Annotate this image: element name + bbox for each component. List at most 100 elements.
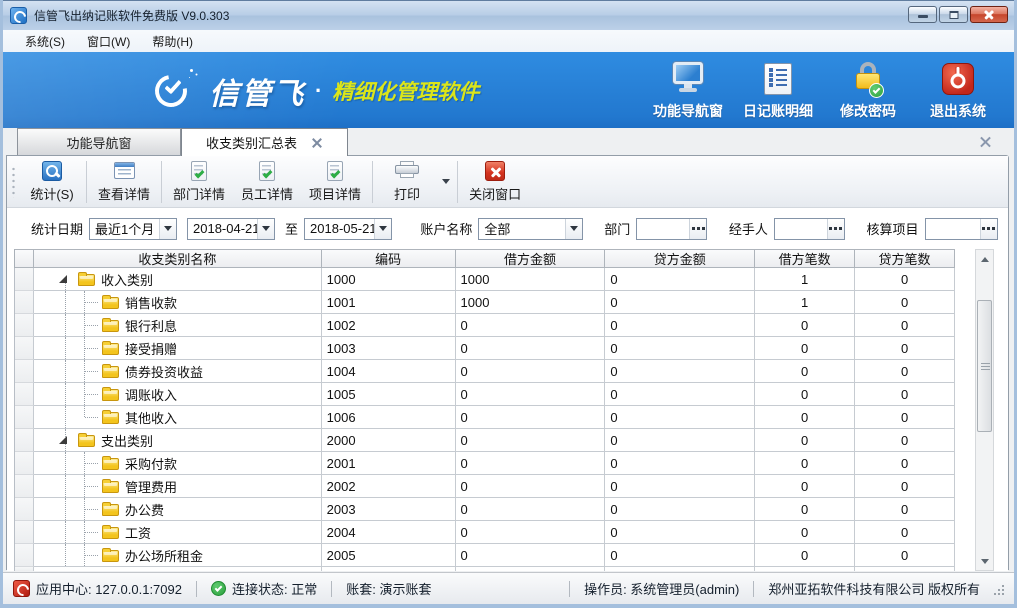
credit-amount-cell[interactable]: 0	[605, 291, 755, 314]
department-lookup[interactable]	[636, 218, 707, 240]
employee-detail-button[interactable]: 员工详情	[233, 159, 301, 205]
table-row[interactable]: 收入类别 1000 1000 0 1 0	[14, 268, 955, 291]
exit-system-button[interactable]: 退出系统	[918, 61, 998, 121]
credit-amount-cell[interactable]: 0	[605, 314, 755, 337]
tab-nav-window[interactable]: 功能导航窗	[17, 128, 181, 155]
debit-count-cell[interactable]: 0	[755, 314, 855, 337]
credit-amount-cell[interactable]: 0	[605, 337, 755, 360]
change-password-button[interactable]: 修改密码	[828, 61, 908, 121]
column-header-debit[interactable]: 借方金额	[456, 249, 606, 268]
toolbar-grip[interactable]	[12, 166, 15, 198]
code-cell[interactable]: 2003	[322, 498, 456, 521]
table-row[interactable]: 调账收入 1005 0 0 0 0	[14, 383, 955, 406]
credit-amount-cell[interactable]: 0	[605, 429, 755, 452]
category-name-cell[interactable]: 销售收款	[34, 291, 322, 314]
credit-amount-cell[interactable]: 0	[605, 452, 755, 475]
department-lookup-icon[interactable]	[689, 219, 706, 239]
debit-amount-cell[interactable]: 0	[456, 452, 606, 475]
journal-detail-button[interactable]: 日记账明细	[738, 61, 818, 121]
print-button[interactable]: 打印	[376, 159, 438, 205]
debit-amount-cell[interactable]: 0	[456, 314, 606, 337]
debit-count-cell[interactable]: 1	[755, 268, 855, 291]
close-button[interactable]	[970, 6, 1008, 23]
column-header-credit[interactable]: 贷方金额	[605, 249, 755, 268]
credit-count-cell[interactable]: 0	[855, 337, 955, 360]
credit-count-cell[interactable]: 0	[855, 360, 955, 383]
tree-expand-arrow-icon[interactable]	[59, 436, 67, 444]
row-selector[interactable]	[15, 521, 34, 544]
row-selector[interactable]	[15, 337, 34, 360]
code-cell[interactable]: 1003	[322, 337, 456, 360]
table-row[interactable]: 支出类别 2000 0 0 0 0	[14, 429, 955, 452]
row-selector[interactable]	[15, 360, 34, 383]
date-to-select[interactable]: 2018-05-21	[304, 218, 392, 240]
row-selector[interactable]	[15, 452, 34, 475]
maximize-button[interactable]	[939, 6, 968, 23]
credit-amount-cell[interactable]: 0	[605, 521, 755, 544]
category-name-cell[interactable]: 支出类别	[34, 429, 322, 452]
category-name-cell[interactable]: 办公费	[34, 498, 322, 521]
credit-amount-cell[interactable]: 0	[605, 383, 755, 406]
date-from-select[interactable]: 2018-04-21	[187, 218, 275, 240]
debit-count-cell[interactable]: 0	[755, 452, 855, 475]
debit-count-cell[interactable]: 0	[755, 544, 855, 567]
debit-count-cell[interactable]: 0	[755, 383, 855, 406]
column-header-category[interactable]: 收支类别名称	[34, 249, 322, 268]
debit-count-cell[interactable]: 0	[755, 360, 855, 383]
debit-amount-cell[interactable]: 0	[456, 360, 606, 383]
table-row[interactable]: 其他收入 1006 0 0 0 0	[14, 406, 955, 429]
debit-count-cell[interactable]: 0	[755, 337, 855, 360]
credit-count-cell[interactable]: 0	[855, 544, 955, 567]
nav-window-button[interactable]: 功能导航窗	[648, 61, 728, 121]
tabstrip-close-icon[interactable]	[979, 135, 992, 148]
view-detail-button[interactable]: 查看详情	[90, 159, 158, 205]
debit-amount-cell[interactable]: 0	[456, 337, 606, 360]
credit-amount-cell[interactable]: 0	[605, 268, 755, 291]
menu-help[interactable]: 帮助(H)	[142, 31, 203, 52]
debit-count-cell[interactable]: 0	[755, 521, 855, 544]
category-name-cell[interactable]: 银行利息	[34, 314, 322, 337]
debit-count-cell[interactable]: 0	[755, 498, 855, 521]
category-name-cell[interactable]: 工资	[34, 521, 322, 544]
code-cell[interactable]: 2002	[322, 475, 456, 498]
credit-count-cell[interactable]: 0	[855, 498, 955, 521]
credit-count-cell[interactable]: 0	[855, 406, 955, 429]
category-name-cell[interactable]: 收入类别	[34, 268, 322, 291]
debit-amount-cell[interactable]: 0	[456, 429, 606, 452]
credit-amount-cell[interactable]: 0	[605, 406, 755, 429]
scroll-down-icon[interactable]	[976, 553, 993, 569]
debit-amount-cell[interactable]: 0	[456, 498, 606, 521]
credit-count-cell[interactable]: 0	[855, 314, 955, 337]
credit-count-cell[interactable]: 0	[855, 452, 955, 475]
debit-count-cell[interactable]: 0	[755, 475, 855, 498]
code-cell[interactable]: 1006	[322, 406, 456, 429]
row-selector[interactable]	[15, 314, 34, 337]
credit-count-cell[interactable]: 0	[855, 521, 955, 544]
menu-window[interactable]: 窗口(W)	[77, 31, 140, 52]
debit-amount-cell[interactable]: 1000	[456, 268, 606, 291]
category-name-cell[interactable]: 办公场所租金	[34, 544, 322, 567]
table-row[interactable]: 接受捐赠 1003 0 0 0 0	[14, 337, 955, 360]
code-cell[interactable]: 1005	[322, 383, 456, 406]
debit-amount-cell[interactable]: 0	[456, 544, 606, 567]
date-to-dropdown-icon[interactable]	[374, 219, 391, 239]
print-dropdown-arrow-icon[interactable]	[442, 179, 450, 184]
handler-lookup[interactable]	[774, 218, 845, 240]
row-selector[interactable]	[15, 475, 34, 498]
period-select[interactable]: 最近1个月	[89, 218, 177, 240]
debit-amount-cell[interactable]: 0	[456, 475, 606, 498]
period-dropdown-icon[interactable]	[159, 219, 176, 239]
project-lookup-icon[interactable]	[980, 219, 997, 239]
row-selector[interactable]	[15, 291, 34, 314]
code-cell[interactable]: 1000	[322, 268, 456, 291]
column-header-debit-count[interactable]: 借方笔数	[755, 249, 855, 268]
scroll-up-icon[interactable]	[976, 251, 993, 267]
debit-amount-cell[interactable]: 0	[456, 406, 606, 429]
row-selector[interactable]	[15, 406, 34, 429]
category-name-cell[interactable]: 其他收入	[34, 406, 322, 429]
credit-amount-cell[interactable]: 0	[605, 498, 755, 521]
credit-count-cell[interactable]: 0	[855, 475, 955, 498]
debit-count-cell[interactable]: 0	[755, 429, 855, 452]
credit-count-cell[interactable]: 0	[855, 268, 955, 291]
row-selector[interactable]	[15, 383, 34, 406]
